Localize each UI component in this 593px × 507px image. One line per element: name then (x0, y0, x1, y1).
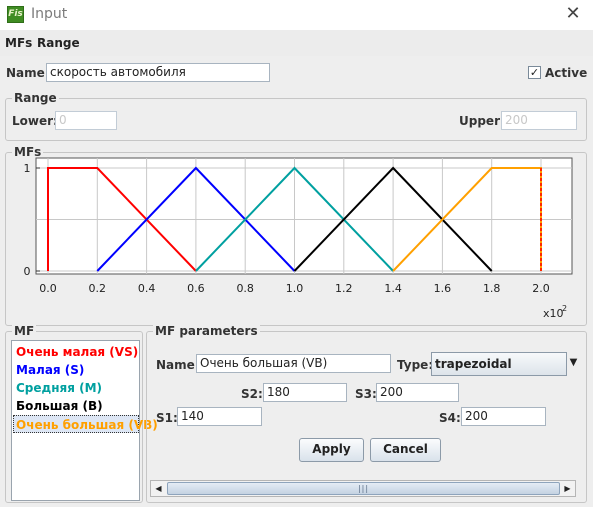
x-tick-label: 2.0 (532, 282, 550, 295)
upper-input[interactable]: 200 (501, 111, 577, 130)
apply-button[interactable]: Apply (299, 438, 364, 462)
x-axis-multiplier: x10 (543, 307, 564, 320)
x-tick-label: 1.8 (483, 282, 501, 295)
mf-list-item-vs[interactable]: Очень малая (VS) (14, 343, 138, 361)
s4-label: S4: (439, 411, 461, 425)
s3-input[interactable]: 200 (376, 383, 459, 402)
scroll-right-icon[interactable]: ▶ (560, 481, 575, 496)
scroll-thumb[interactable]: ||| (167, 482, 560, 495)
menu-bar: MFs Range (0, 30, 593, 56)
mf-list-group-title: MF (12, 324, 37, 338)
active-checkbox[interactable]: ✓ (528, 66, 541, 79)
y-tick-label: 1 (24, 162, 31, 175)
window-title: Input (31, 6, 68, 22)
s1-label: S1: (156, 411, 178, 425)
x-tick-label: 0.0 (39, 282, 57, 295)
mf-list[interactable]: Очень малая (VS) Малая (S) Средняя (M) Б… (11, 340, 158, 501)
name-input[interactable]: скорость автомобиля (46, 63, 270, 82)
chevron-down-icon[interactable]: ▼ (566, 352, 580, 376)
mf-name-label: Name: (156, 358, 200, 372)
range-group-title: Range (12, 91, 59, 105)
mf-list-item-b[interactable]: Большая (B) (14, 397, 103, 415)
s1-input[interactable]: 140 (177, 407, 262, 426)
s3-label: S3: (355, 387, 377, 401)
mf-list-item-m[interactable]: Средняя (M) (14, 379, 102, 397)
mf-plot[interactable]: 0 1 0.0 0.2 0.4 0.6 0.8 1.0 1.2 1.4 1.6 1.8 2.0 x102 (0, 150, 593, 330)
lower-input[interactable]: 0 (55, 111, 117, 130)
mf-list-item-vb[interactable]: Очень большая (VB) (13, 415, 158, 433)
s4-input[interactable]: 200 (461, 407, 546, 426)
x-tick-label: 0.8 (236, 282, 254, 295)
menu-range[interactable]: Range (37, 36, 80, 50)
x-tick-label: 1.0 (286, 282, 304, 295)
scroll-left-icon[interactable]: ◀ (151, 481, 166, 496)
x-tick-label: 0.6 (187, 282, 205, 295)
mf-type-select[interactable]: trapezoidal (431, 352, 567, 376)
fis-icon: Fis (7, 6, 24, 23)
upper-label: Upper: (459, 114, 505, 128)
x-tick-label: 1.4 (384, 282, 402, 295)
name-label: Name: (6, 66, 50, 80)
horizontal-scrollbar[interactable]: ◀ ||| ▶ (150, 480, 576, 497)
mf-type-label: Type: (397, 358, 434, 372)
mf-params-group-title: MF parameters (153, 324, 260, 338)
x-tick-label: 0.4 (138, 282, 156, 295)
lower-label: Lower: (12, 114, 58, 128)
mf-list-item-s[interactable]: Малая (S) (14, 361, 84, 379)
cancel-button[interactable]: Cancel (370, 438, 441, 462)
y-tick-label: 0 (24, 265, 31, 278)
menu-mfs[interactable]: MFs (5, 36, 32, 50)
s2-input[interactable]: 180 (263, 383, 347, 402)
s2-label: S2: (241, 387, 263, 401)
active-label: Active (545, 66, 588, 80)
x-tick-label: 1.6 (434, 282, 452, 295)
mf-name-input[interactable]: Очень большая (VB) (196, 354, 391, 373)
x-axis-multiplier-exponent: 2 (562, 304, 567, 313)
x-tick-label: 0.2 (89, 282, 107, 295)
close-icon[interactable]: ✕ (562, 3, 584, 25)
x-tick-label: 1.2 (335, 282, 353, 295)
title-bar: Fis Input ✕ (0, 0, 593, 30)
